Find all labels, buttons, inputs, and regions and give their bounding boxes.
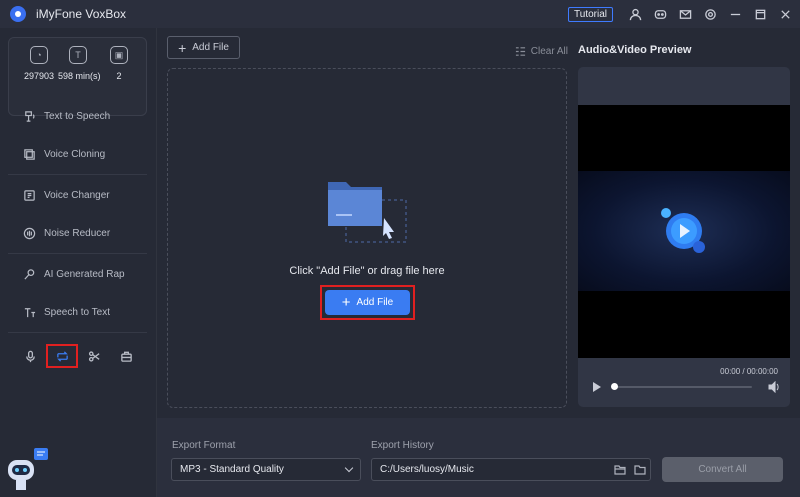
text-to-speech-icon	[22, 109, 36, 123]
minimize-icon[interactable]	[728, 7, 742, 21]
add-file-button-main[interactable]: + Add File	[325, 290, 410, 315]
voice-changer-icon	[22, 188, 36, 202]
sidebar-item-ai-generated-rap[interactable]: AI Generated Rap	[8, 257, 147, 291]
preview-letterbox-bottom	[578, 291, 790, 358]
play-logo-icon	[661, 208, 705, 253]
stat-value: 2	[116, 71, 122, 81]
plus-icon: +	[341, 293, 351, 311]
play-icon[interactable]	[593, 382, 601, 392]
app-title: iMyFone VoxBox	[36, 7, 127, 21]
preview-letterbox-top	[578, 105, 790, 171]
add-file-highlight-box: + Add File	[320, 285, 415, 320]
divider	[8, 332, 147, 333]
folder-icon[interactable]	[634, 464, 646, 475]
sidebar-item-voice-changer[interactable]: Voice Changer	[8, 178, 147, 212]
app-logo-icon	[10, 6, 26, 22]
tutorial-button[interactable]: Tutorial	[568, 6, 613, 22]
export-bar: Export Format MP3 - Standard Quality Exp…	[157, 418, 800, 497]
export-format-select[interactable]: MP3 - Standard Quality	[171, 458, 361, 481]
tool-row	[14, 344, 142, 368]
toolbox-tool-button[interactable]	[110, 344, 142, 368]
microphone-icon	[25, 350, 35, 362]
stat-minutes: T 598 min(s)	[58, 46, 101, 81]
mail-icon[interactable]	[678, 7, 692, 21]
list-icon	[515, 47, 525, 56]
clone-count-icon: ▣	[110, 46, 128, 64]
clear-all-label: Clear All	[530, 46, 568, 57]
cut-icon	[88, 350, 100, 362]
title-bar: iMyFone VoxBox Tutorial	[0, 0, 800, 28]
seek-bar[interactable]	[612, 386, 752, 388]
divider	[8, 253, 147, 254]
add-file-button-top[interactable]: + Add File	[167, 36, 240, 59]
discord-icon[interactable]	[653, 7, 667, 21]
export-format-label: Export Format	[172, 440, 236, 451]
assistant-bot-icon[interactable]	[6, 446, 52, 496]
stat-value: 598 min(s)	[58, 71, 101, 81]
volume-icon[interactable]	[768, 380, 780, 396]
export-path-value: C:/Users/luosy/Music	[380, 464, 474, 475]
voice-cloning-icon	[22, 147, 36, 161]
open-folder-icon[interactable]	[614, 464, 626, 475]
divider	[8, 174, 147, 175]
sidebar-item-text-to-speech[interactable]: Text to Speech	[8, 99, 147, 133]
ai-rap-icon	[22, 267, 36, 281]
sidebar-item-label: Voice Cloning	[44, 148, 106, 160]
convert-all-button[interactable]: Convert All	[662, 457, 783, 482]
settings-icon[interactable]	[703, 7, 717, 21]
stat-clones: ▣ 2	[99, 46, 139, 81]
export-format-value: MP3 - Standard Quality	[180, 464, 284, 475]
sidebar-item-voice-cloning[interactable]: Voice Cloning	[8, 137, 147, 171]
stat-value: 297903	[23, 71, 55, 81]
sidebar-item-label: Speech to Text	[44, 306, 110, 318]
title-bar-controls: Tutorial	[568, 0, 792, 28]
folder-illustration-icon	[328, 182, 407, 243]
convert-tool-button[interactable]	[46, 344, 78, 368]
add-file-label: Add File	[192, 42, 229, 53]
media-preview-panel: 00:00 / 00:00:00	[578, 67, 790, 407]
main-panel: + Add File Clear All Click "Add File" or…	[157, 28, 580, 418]
minutes-icon: T	[69, 46, 87, 64]
export-history-label: Export History	[371, 440, 434, 451]
microphone-tool-button[interactable]	[14, 344, 46, 368]
stat-characters: ◔ 297903	[19, 46, 59, 81]
noise-reducer-icon	[22, 226, 36, 240]
clear-all-button[interactable]: Clear All	[515, 46, 568, 57]
user-icon[interactable]	[628, 7, 642, 21]
sidebar: ◔ 297903 T 598 min(s) ▣ 2 Text to Speech…	[0, 28, 157, 497]
file-drop-zone[interactable]: Click "Add File" or drag file here + Add…	[167, 68, 567, 408]
plus-icon: +	[178, 39, 187, 56]
preview-title: Audio&Video Preview	[578, 44, 692, 56]
toolbox-icon	[120, 351, 132, 362]
convert-icon	[56, 350, 68, 362]
playback-controls	[590, 380, 780, 396]
sidebar-item-label: Noise Reducer	[44, 227, 111, 239]
character-count-icon: ◔	[30, 46, 48, 64]
sidebar-item-noise-reducer[interactable]: Noise Reducer	[8, 216, 147, 250]
add-file-label: Add File	[356, 297, 394, 308]
sidebar-item-label: Text to Speech	[44, 110, 111, 122]
drop-instructions: Click "Add File" or drag file here	[289, 265, 445, 277]
preview-video-area	[578, 171, 790, 291]
close-icon[interactable]	[778, 7, 792, 21]
time-readout: 00:00 / 00:00:00	[720, 367, 778, 376]
speech-to-text-icon	[22, 305, 36, 319]
maximize-icon[interactable]	[753, 7, 767, 21]
chevron-down-icon	[344, 463, 354, 473]
cut-tool-button[interactable]	[78, 344, 110, 368]
seek-knob[interactable]	[611, 383, 618, 390]
sidebar-item-label: Voice Changer	[44, 189, 110, 201]
sidebar-item-speech-to-text[interactable]: Speech to Text	[8, 295, 147, 329]
sidebar-item-label: AI Generated Rap	[44, 268, 125, 280]
export-path-field[interactable]: C:/Users/luosy/Music	[371, 458, 651, 481]
